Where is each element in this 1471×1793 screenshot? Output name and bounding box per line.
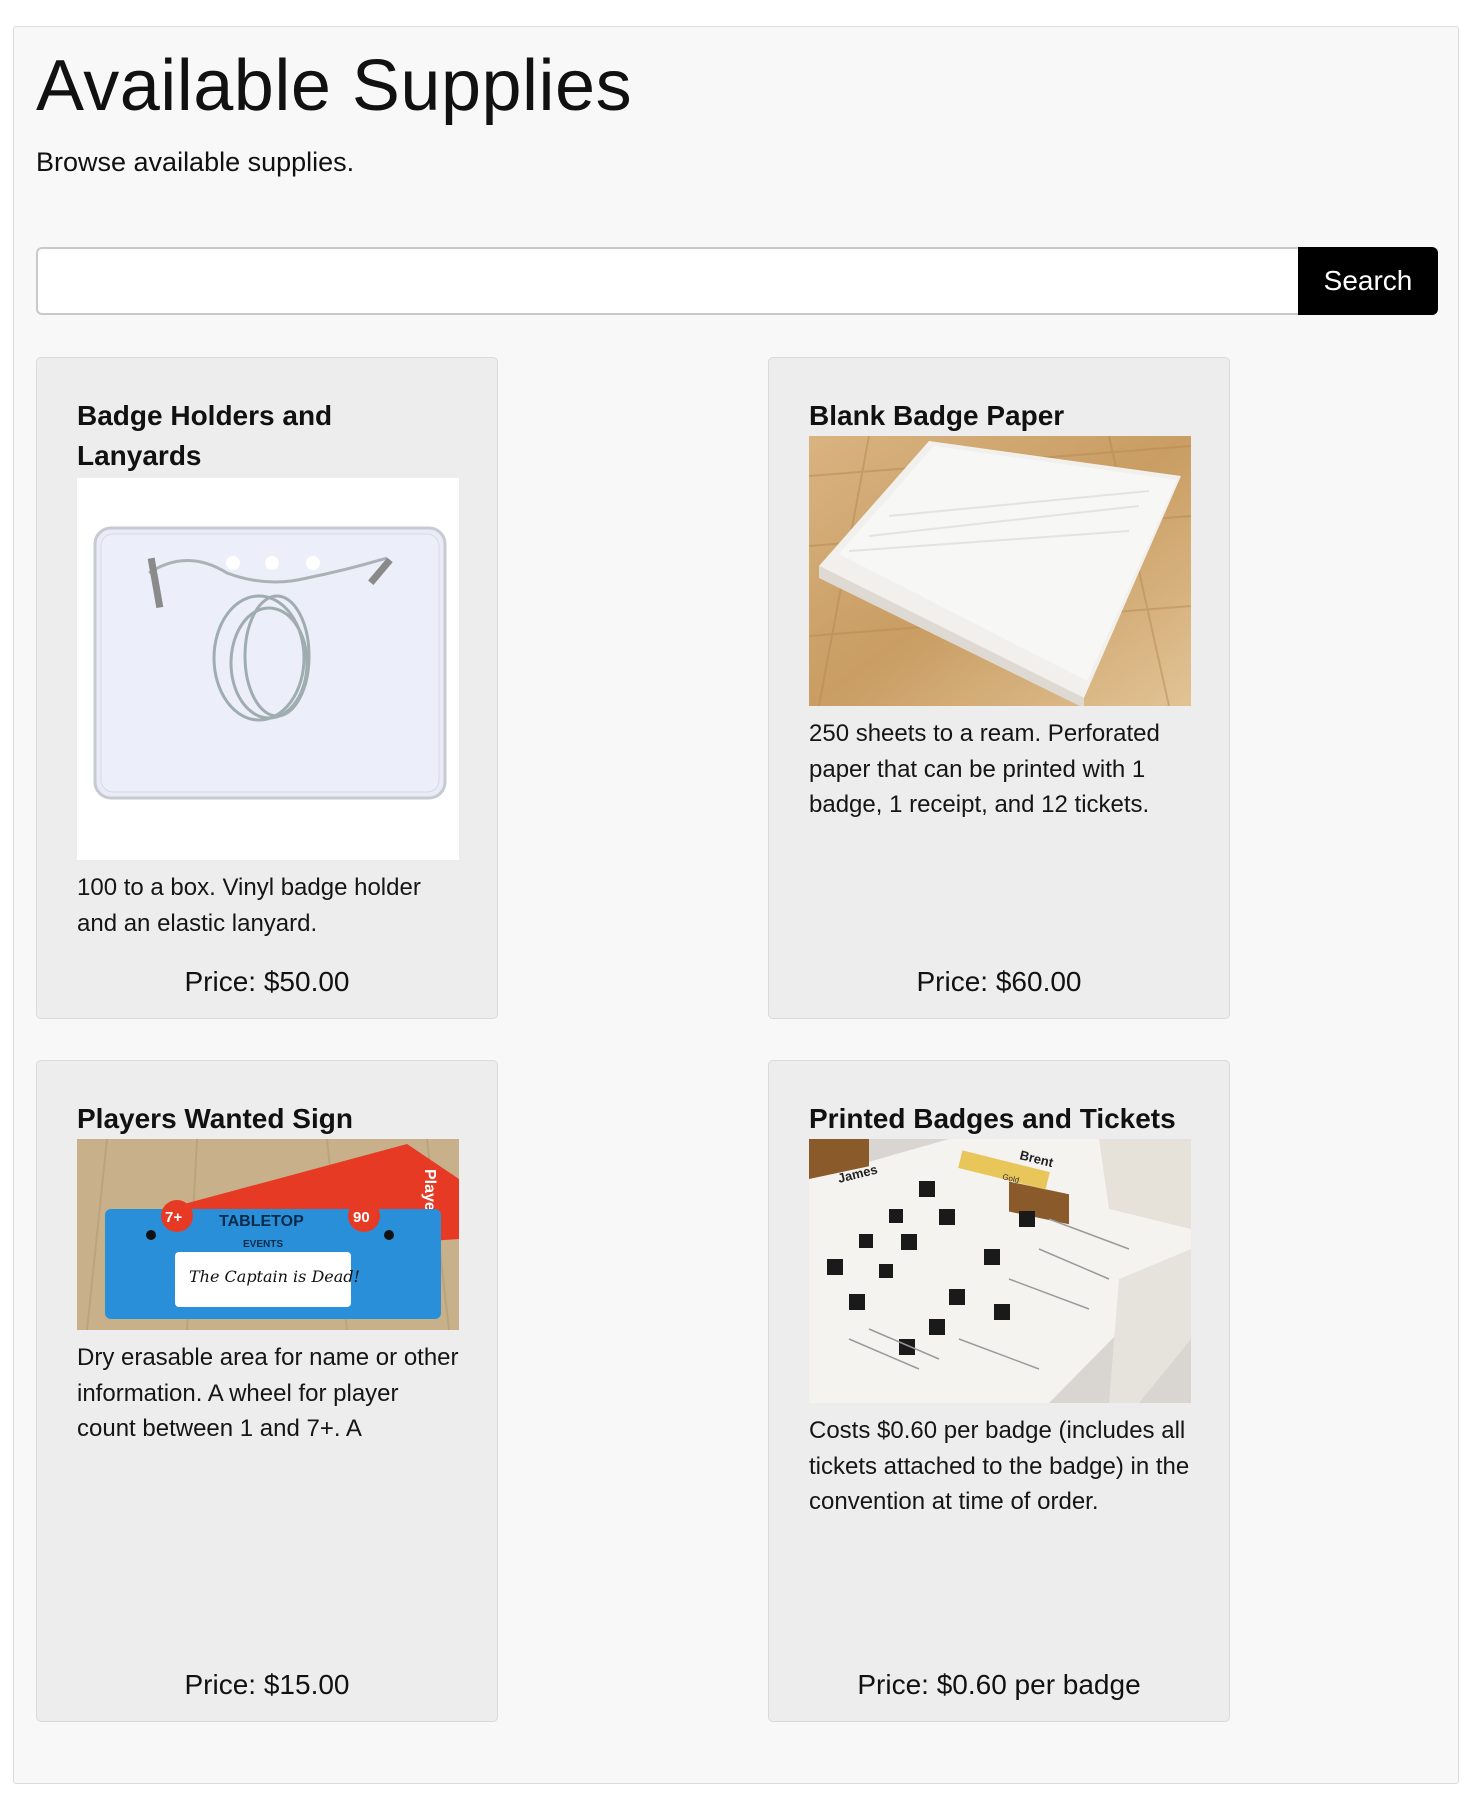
supply-title: Badge Holders and Lanyards bbox=[77, 400, 333, 471]
supply-card-players-wanted-sign: Players Wanted Sign Players Wanted 7+ bbox=[36, 1060, 498, 1722]
supply-price: Price: $60.00 bbox=[916, 966, 1082, 997]
page-title: Available Supplies bbox=[36, 46, 633, 126]
sign-brand: TABLETOP bbox=[219, 1213, 304, 1230]
supply-price: Price: $15.00 bbox=[184, 1669, 350, 1700]
badge-paper-image bbox=[809, 436, 1191, 706]
sign-handwriting: The Captain is Dead! bbox=[189, 1267, 360, 1286]
players-wanted-sign-image: Players Wanted 7+ 90 TABLETOP EVENTS The… bbox=[77, 1139, 459, 1330]
supply-description: Costs $0.60 per badge (includes all tick… bbox=[809, 1417, 1190, 1515]
search-button[interactable]: Search bbox=[1298, 247, 1438, 315]
supplies-page: Available Supplies Browse available supp… bbox=[13, 26, 1459, 1784]
sign-player-count: 7+ bbox=[165, 1209, 182, 1226]
supply-card-printed-badges: Printed Badges and Tickets James Brent G… bbox=[768, 1060, 1230, 1722]
printed-badges-image: James Brent Gold bbox=[809, 1139, 1191, 1403]
supply-price: Price: $50.00 bbox=[184, 966, 350, 997]
badge-holder-image bbox=[77, 478, 459, 860]
search-input[interactable] bbox=[36, 247, 1298, 315]
search-bar: Search bbox=[36, 247, 1438, 315]
supply-title: Blank Badge Paper bbox=[809, 400, 1065, 431]
supply-description: Dry erasable area for name or other info… bbox=[77, 1344, 459, 1442]
supply-description: 250 sheets to a ream. Perforated paper t… bbox=[809, 720, 1160, 818]
supply-description: 100 to a box. Vinyl badge holder and an … bbox=[77, 874, 421, 937]
supply-card-blank-badge-paper: Blank Badge Paper 250 sheets to a ream. … bbox=[768, 357, 1230, 1019]
supply-price: Price: $0.60 per badge bbox=[857, 1669, 1141, 1700]
supply-card-badge-holders: Badge Holders and Lanyards 100 to a box.… bbox=[36, 357, 498, 1019]
supply-title: Printed Badges and Tickets bbox=[809, 1103, 1176, 1134]
supply-title: Players Wanted Sign bbox=[77, 1103, 353, 1134]
sign-minutes: 90 bbox=[353, 1209, 370, 1226]
sign-brand-sub: EVENTS bbox=[243, 1239, 283, 1250]
page-subtitle: Browse available supplies. bbox=[36, 147, 355, 177]
